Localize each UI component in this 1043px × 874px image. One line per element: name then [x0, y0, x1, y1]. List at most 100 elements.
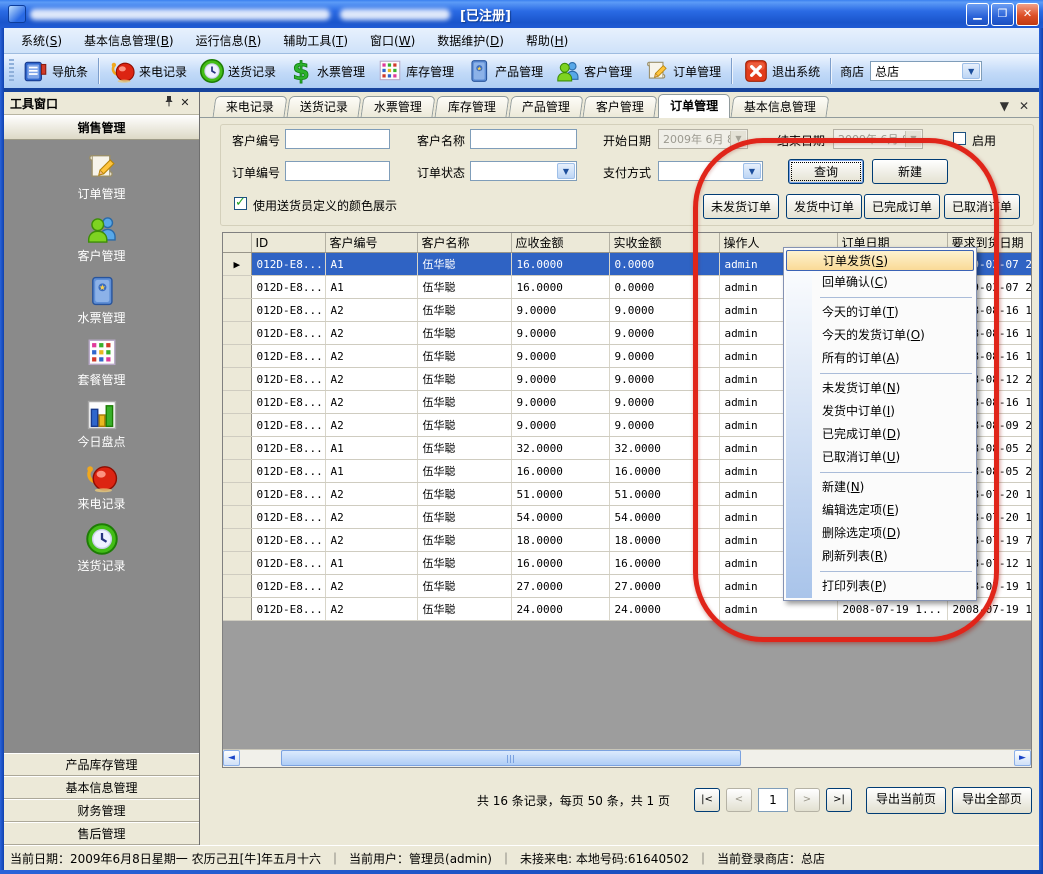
context-menu-item-7[interactable]: 未发货订单(N) [786, 377, 974, 400]
scroll-left-icon[interactable]: ◄ [223, 750, 240, 766]
tab-list-icon[interactable]: ▼ [1000, 99, 1009, 113]
context-menu-item-10[interactable]: 已取消订单(U) [786, 446, 974, 469]
menubar-item-2[interactable]: 运行信息(R) [185, 29, 273, 52]
row-selector-cell[interactable] [223, 506, 251, 529]
menubar-item-0[interactable]: 系统(S) [10, 29, 73, 52]
row-selector-cell[interactable] [223, 460, 251, 483]
pin-icon[interactable] [161, 95, 177, 111]
status-filter-button-0[interactable]: 未发货订单 [703, 194, 779, 219]
color-display-checkbox[interactable] [234, 197, 247, 210]
menubar-item-6[interactable]: 帮助(H) [515, 29, 579, 52]
menubar-item-3[interactable]: 辅助工具(T) [272, 29, 359, 52]
next-page-button[interactable]: > [794, 788, 820, 812]
context-menu-item-3[interactable]: 今天的订单(T) [786, 301, 974, 324]
scrollbar-thumb[interactable] [281, 750, 741, 766]
order-no-input[interactable] [285, 161, 390, 181]
column-header[interactable]: 应收金额 [511, 233, 609, 253]
sidebar-close-icon[interactable]: ✕ [177, 95, 193, 111]
context-menu-item-9[interactable]: 已完成订单(D) [786, 423, 974, 446]
export-all-pages-button[interactable]: 导出全部页 [952, 787, 1032, 814]
shop-select[interactable]: 总店▼ [870, 61, 982, 81]
status-filter-button-3[interactable]: 已取消订单 [944, 194, 1020, 219]
context-menu-item-15[interactable]: 刷新列表(R) [786, 545, 974, 568]
toolbar-button-7[interactable]: 订单管理 [638, 56, 727, 86]
toolbar-button-5[interactable]: ★产品管理 [460, 56, 549, 86]
row-selector-cell[interactable] [223, 483, 251, 506]
column-header[interactable]: 客户编号 [325, 233, 417, 253]
status-filter-button-1[interactable]: 发货中订单 [786, 194, 862, 219]
sidebar-item-2[interactable]: ★水票管理 [4, 274, 199, 336]
end-date-picker[interactable]: 2009年 6月 8日 ▼ [833, 129, 923, 149]
context-menu-item-12[interactable]: 新建(N) [786, 476, 974, 499]
row-selector-cell[interactable] [223, 529, 251, 552]
row-selector-cell[interactable] [223, 299, 251, 322]
toolbar-button-4[interactable]: 库存管理 [371, 56, 460, 86]
row-selector-cell[interactable] [223, 552, 251, 575]
order-status-select[interactable]: ▼ [470, 161, 577, 181]
toolbar-button-1[interactable]: 来电记录 [104, 56, 193, 86]
sidebar-item-4[interactable]: 今日盘点 [4, 398, 199, 460]
column-header[interactable]: ID [251, 233, 325, 253]
context-menu-item-8[interactable]: 发货中订单(I) [786, 400, 974, 423]
row-selector-cell[interactable] [223, 391, 251, 414]
close-button[interactable]: ✕ [1016, 3, 1039, 26]
column-header[interactable]: 实收金额 [609, 233, 719, 253]
tab-7[interactable]: 基本信息管理 [731, 96, 830, 117]
column-header[interactable]: 客户名称 [417, 233, 511, 253]
tab-1[interactable]: 送货记录 [287, 96, 362, 117]
row-selector-cell[interactable] [223, 437, 251, 460]
row-selector-cell[interactable] [223, 322, 251, 345]
last-page-button[interactable]: >| [826, 788, 852, 812]
row-selector-cell[interactable] [223, 345, 251, 368]
context-menu-item-17[interactable]: 打印列表(P) [786, 575, 974, 598]
row-selector-header[interactable] [223, 233, 251, 253]
toolbar-button-0[interactable]: 导航条 [17, 56, 94, 86]
first-page-button[interactable]: |< [694, 788, 720, 812]
scroll-right-icon[interactable]: ► [1014, 750, 1031, 766]
context-menu-item-0[interactable]: 订单发货(S) [786, 250, 974, 271]
menubar-item-4[interactable]: 窗口(W) [359, 29, 426, 52]
menubar-item-1[interactable]: 基本信息管理(B) [73, 29, 185, 52]
sidebar-item-5[interactable]: 来电记录 [4, 460, 199, 522]
sidebar-group-button-3[interactable]: 售后管理 [4, 822, 199, 845]
sidebar-item-3[interactable]: 套餐管理 [4, 336, 199, 398]
row-selector-cell[interactable]: ▶ [223, 253, 251, 276]
context-menu-item-14[interactable]: 删除选定项(D) [786, 522, 974, 545]
row-selector-cell[interactable] [223, 276, 251, 299]
export-current-page-button[interactable]: 导出当前页 [866, 787, 946, 814]
tab-5[interactable]: 客户管理 [583, 96, 658, 117]
customer-no-input[interactable] [285, 129, 390, 149]
context-menu-item-5[interactable]: 所有的订单(A) [786, 347, 974, 370]
query-button[interactable]: 查询 [788, 159, 864, 184]
row-selector-cell[interactable] [223, 368, 251, 391]
tab-6[interactable]: 订单管理 [658, 94, 730, 118]
context-menu-item-4[interactable]: 今天的发货订单(O) [786, 324, 974, 347]
minimize-button[interactable]: ▁ [966, 3, 989, 26]
start-date-picker[interactable]: 2009年 6月 8日 ▼ [658, 129, 748, 149]
sidebar-group-sales[interactable]: 销售管理 [4, 115, 199, 140]
horizontal-scrollbar[interactable]: ◄ ► [223, 749, 1031, 767]
new-button[interactable]: 新建 [872, 159, 948, 184]
tab-4[interactable]: 产品管理 [509, 96, 584, 117]
context-menu-item-1[interactable]: 回单确认(C) [786, 271, 974, 294]
sidebar-group-button-0[interactable]: 产品库存管理 [4, 753, 199, 776]
toolbar-button-6[interactable]: 客户管理 [549, 56, 638, 86]
customer-name-input[interactable] [470, 129, 577, 149]
row-selector-cell[interactable] [223, 598, 251, 621]
enable-checkbox[interactable] [953, 132, 966, 145]
sidebar-group-button-2[interactable]: 财务管理 [4, 799, 199, 822]
pay-method-select[interactable]: ▼ [658, 161, 763, 181]
toolbar-button-3[interactable]: $水票管理 [282, 56, 371, 86]
tab-close-icon[interactable]: ✕ [1019, 99, 1029, 113]
toolbar-button-2[interactable]: 送货记录 [193, 56, 282, 86]
tab-0[interactable]: 来电记录 [213, 96, 288, 117]
tab-3[interactable]: 库存管理 [435, 96, 510, 117]
row-selector-cell[interactable] [223, 414, 251, 437]
row-selector-cell[interactable] [223, 575, 251, 598]
tab-2[interactable]: 水票管理 [361, 96, 436, 117]
status-filter-button-2[interactable]: 已完成订单 [864, 194, 940, 219]
toolbar-button-8[interactable]: 退出系统 [737, 56, 826, 86]
context-menu-item-13[interactable]: 编辑选定项(E) [786, 499, 974, 522]
sidebar-item-6[interactable]: 送货记录 [4, 522, 199, 584]
maximize-button[interactable]: ❐ [991, 3, 1014, 26]
